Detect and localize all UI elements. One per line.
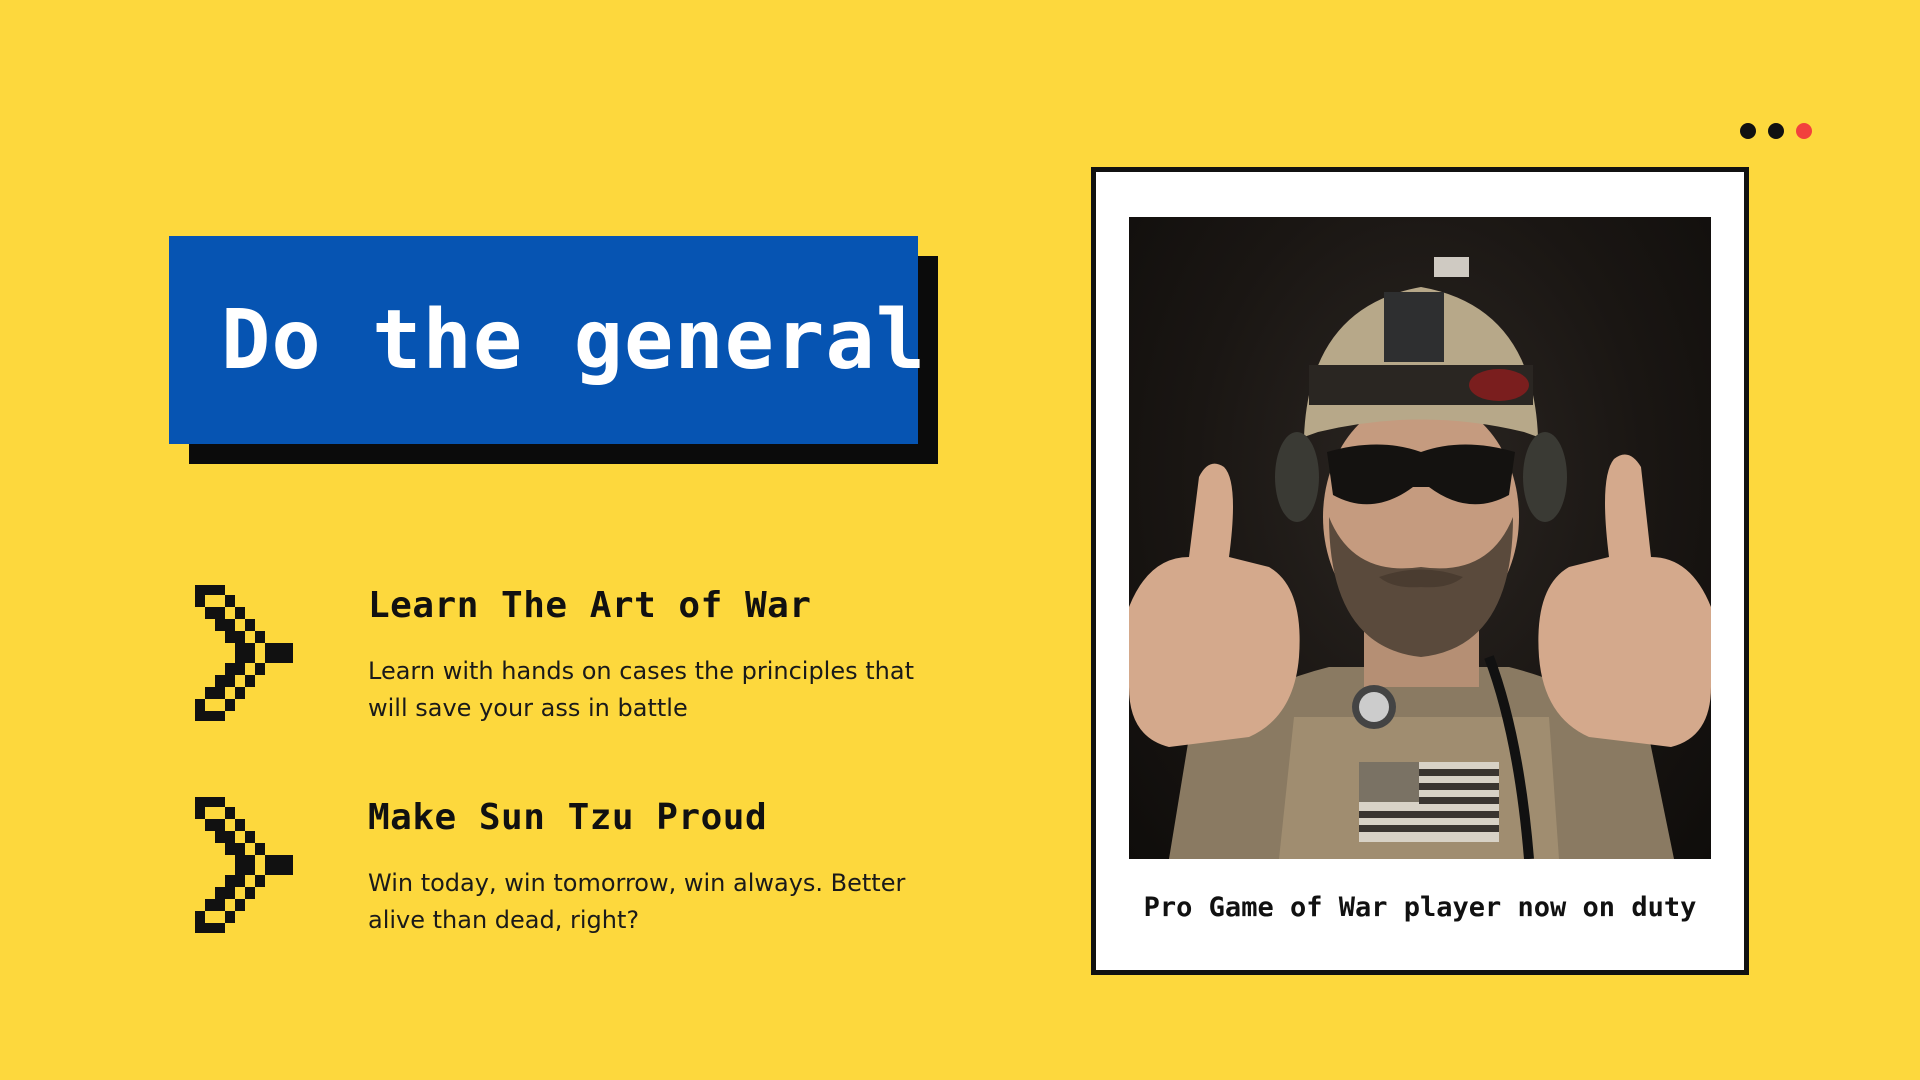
feature-heading: Make Sun Tzu Proud bbox=[368, 797, 768, 838]
feature-heading: Learn The Art of War bbox=[368, 585, 812, 626]
photo-card: Pro Game of War player now on duty bbox=[1091, 167, 1749, 975]
title-box: Do the general bbox=[169, 236, 925, 444]
dot-icon bbox=[1740, 123, 1756, 139]
dot-red-icon bbox=[1796, 123, 1812, 139]
slide: Do the general Learn The Art of War Lear… bbox=[0, 0, 1920, 1080]
window-dots bbox=[1740, 123, 1812, 139]
feature-description: Learn with hands on cases the principles… bbox=[368, 657, 914, 722]
slide-title: Do the general bbox=[221, 292, 927, 388]
pixel-chevron-right-icon bbox=[195, 585, 293, 721]
dot-icon bbox=[1768, 123, 1784, 139]
pixel-chevron-right-icon bbox=[195, 797, 293, 933]
photo-caption: Pro Game of War player now on duty bbox=[1143, 892, 1697, 923]
feature-description: Win today, win tomorrow, win always. Bet… bbox=[368, 869, 906, 934]
soldier-thumbs-up-photo bbox=[1129, 217, 1711, 859]
